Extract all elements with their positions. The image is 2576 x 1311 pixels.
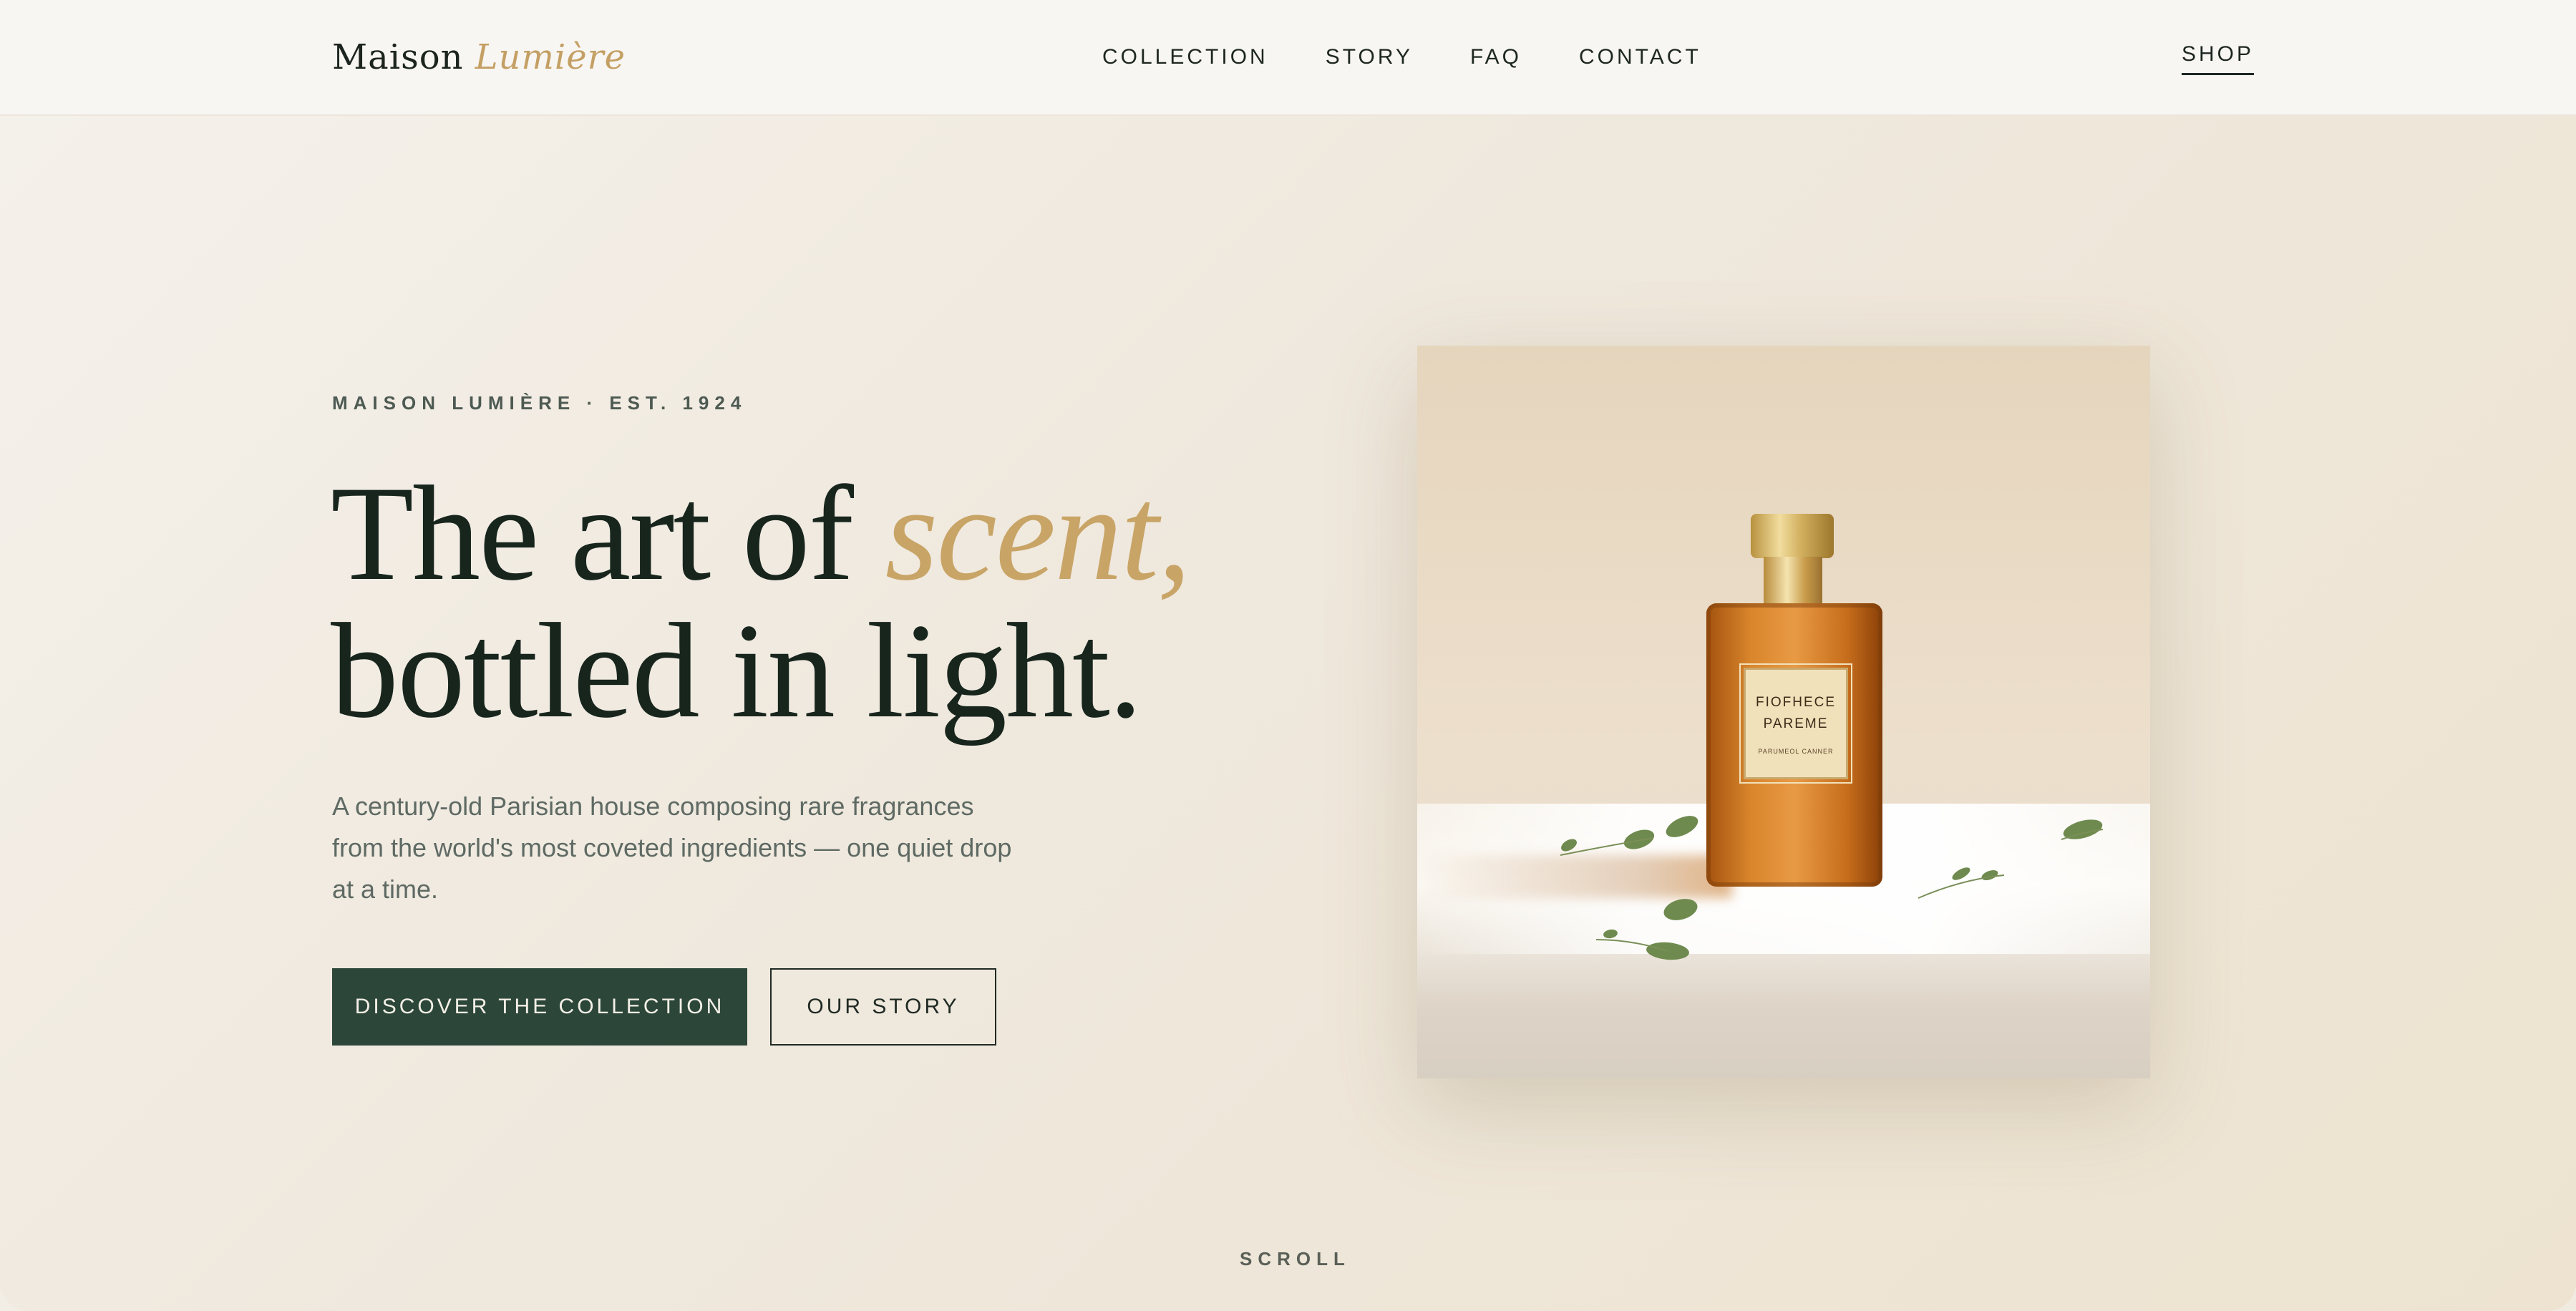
discover-collection-button[interactable]: DISCOVER THE COLLECTION — [332, 968, 747, 1046]
nav-link-contact[interactable]: CONTACT — [1579, 43, 1701, 72]
hero-eyebrow: MAISON LUMIÈRE · EST. 1924 — [332, 392, 747, 414]
headline-line1: The art of — [331, 459, 854, 609]
headline-accent: scent, — [885, 459, 1192, 609]
nav-links: COLLECTION STORY FAQ CONTACT — [1102, 43, 1701, 72]
hero-headline: The art of scent, bottled in light. — [331, 465, 1261, 740]
headline-line2: bottled in light. — [331, 596, 1142, 746]
nav-link-story[interactable]: STORY — [1326, 43, 1413, 72]
nav-link-collection[interactable]: COLLECTION — [1102, 43, 1268, 72]
hero-description: A century-old Parisian house composing r… — [332, 791, 1012, 904]
brand-name: Maison — [332, 37, 464, 77]
product-image: FIOFHECE PAREME PARUMEOL CANNER — [1417, 346, 2150, 1078]
label-small: PARUMEOL CANNER — [1758, 748, 1834, 755]
label-line2: PAREME — [1763, 716, 1829, 731]
label-line1: FIOFHECE — [1755, 695, 1837, 710]
nav-link-faq[interactable]: FAQ — [1470, 43, 1522, 72]
bottle-label: FIOFHECE PAREME PARUMEOL CANNER — [1739, 663, 1852, 784]
page-frame: Maison Lumière COLLECTION STORY FAQ CONTA… — [0, 0, 2576, 1311]
scroll-indicator[interactable]: SCROLL — [1240, 1247, 1351, 1271]
top-navigation: Maison Lumière COLLECTION STORY FAQ CONTA… — [0, 0, 2576, 116]
shop-link[interactable]: SHOP — [2182, 40, 2255, 75]
our-story-button[interactable]: OUR STORY — [770, 968, 996, 1046]
brand-logo[interactable]: Maison Lumière — [332, 31, 626, 83]
brand-accent: Lumière — [475, 37, 626, 77]
bottle-neck — [1764, 557, 1822, 608]
bottle-cap — [1751, 514, 1834, 558]
